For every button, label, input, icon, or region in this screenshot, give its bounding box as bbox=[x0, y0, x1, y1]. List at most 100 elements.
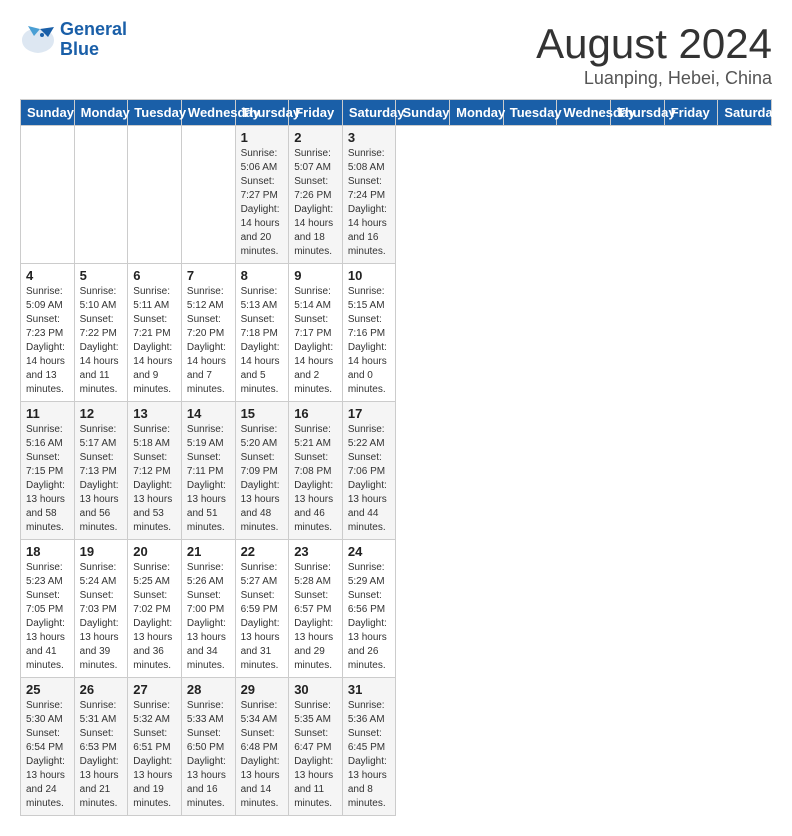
calendar-cell: 13Sunrise: 5:18 AM Sunset: 7:12 PM Dayli… bbox=[128, 402, 182, 540]
day-number: 22 bbox=[241, 544, 284, 559]
day-number: 12 bbox=[80, 406, 123, 421]
day-number: 3 bbox=[348, 130, 391, 145]
day-number: 10 bbox=[348, 268, 391, 283]
column-header-tuesday: Tuesday bbox=[128, 100, 182, 126]
calendar-cell: 11 Sunrise: 5:16 AM Sunset: 7:15 PM Dayli… bbox=[21, 402, 75, 540]
logo-text: General Blue bbox=[60, 20, 127, 60]
day-info: Sunrise: 5:23 AM Sunset: 7:05 PM Dayligh… bbox=[26, 561, 69, 673]
calendar-cell: 31 Sunrise: 5:36 AM Sunset: 6:45 PM Dayli… bbox=[342, 678, 396, 816]
month-year-title: August 2024 bbox=[536, 20, 772, 68]
calendar-cell: 1 Sunrise: 5:06 AM Sunset: 7:27 PM Daylig… bbox=[235, 126, 289, 264]
day-info: Sunrise: 5:07 AM Sunset: 7:26 PM Dayligh… bbox=[294, 147, 337, 259]
day-number: 9 bbox=[294, 268, 337, 283]
calendar-cell bbox=[74, 126, 128, 264]
day-number: 26 bbox=[80, 682, 123, 697]
day-number: 25 bbox=[26, 682, 69, 697]
column-header-monday: Monday bbox=[450, 100, 504, 126]
calendar-table: SundayMondayTuesdayWednesdayThursdayFrid… bbox=[20, 99, 772, 816]
column-header-sunday: Sunday bbox=[396, 100, 450, 126]
day-info: Sunrise: 5:28 AM Sunset: 6:57 PM Dayligh… bbox=[294, 561, 337, 673]
calendar-cell: 20Sunrise: 5:25 AM Sunset: 7:02 PM Dayli… bbox=[128, 540, 182, 678]
calendar-week-2: 4 Sunrise: 5:09 AM Sunset: 7:23 PM Daylig… bbox=[21, 264, 772, 402]
column-header-monday: Monday bbox=[74, 100, 128, 126]
day-info: Sunrise: 5:26 AM Sunset: 7:00 PM Dayligh… bbox=[187, 561, 230, 673]
day-info: Sunrise: 5:32 AM Sunset: 6:51 PM Dayligh… bbox=[133, 699, 176, 811]
day-number: 7 bbox=[187, 268, 230, 283]
calendar-cell bbox=[21, 126, 75, 264]
day-number: 17 bbox=[348, 406, 391, 421]
column-header-wednesday: Wednesday bbox=[181, 100, 235, 126]
calendar-cell: 30 Sunrise: 5:35 AM Sunset: 6:47 PM Dayli… bbox=[289, 678, 343, 816]
calendar-cell: 4 Sunrise: 5:09 AM Sunset: 7:23 PM Daylig… bbox=[21, 264, 75, 402]
calendar-cell: 6 Sunrise: 5:11 AM Sunset: 7:21 PM Daylig… bbox=[128, 264, 182, 402]
day-number: 13 bbox=[133, 406, 176, 421]
day-info: Sunrise: 5:24 AM Sunset: 7:03 PM Dayligh… bbox=[80, 561, 123, 673]
day-info: Sunrise: 5:22 AM Sunset: 7:06 PM Dayligh… bbox=[348, 423, 391, 535]
column-header-friday: Friday bbox=[289, 100, 343, 126]
column-header-sunday: Sunday bbox=[21, 100, 75, 126]
day-info: Sunrise: 5:35 AM Sunset: 6:47 PM Dayligh… bbox=[294, 699, 337, 811]
day-number: 30 bbox=[294, 682, 337, 697]
logo-bird-icon bbox=[20, 25, 56, 55]
day-number: 23 bbox=[294, 544, 337, 559]
column-header-saturday: Saturday bbox=[718, 100, 772, 126]
day-number: 18 bbox=[26, 544, 69, 559]
day-number: 11 bbox=[26, 406, 69, 421]
column-header-thursday: Thursday bbox=[611, 100, 665, 126]
calendar-cell: 15 Sunrise: 5:20 AM Sunset: 7:09 PM Dayli… bbox=[235, 402, 289, 540]
calendar-week-5: 25 Sunrise: 5:30 AM Sunset: 6:54 PM Dayli… bbox=[21, 678, 772, 816]
calendar-cell: 26Sunrise: 5:31 AM Sunset: 6:53 PM Dayli… bbox=[74, 678, 128, 816]
column-header-friday: Friday bbox=[664, 100, 718, 126]
calendar-cell: 3Sunrise: 5:08 AM Sunset: 7:24 PM Daylig… bbox=[342, 126, 396, 264]
day-info: Sunrise: 5:36 AM Sunset: 6:45 PM Dayligh… bbox=[348, 699, 391, 811]
day-info: Sunrise: 5:17 AM Sunset: 7:13 PM Dayligh… bbox=[80, 423, 123, 535]
day-info: Sunrise: 5:19 AM Sunset: 7:11 PM Dayligh… bbox=[187, 423, 230, 535]
day-number: 21 bbox=[187, 544, 230, 559]
calendar-cell: 24Sunrise: 5:29 AM Sunset: 6:56 PM Dayli… bbox=[342, 540, 396, 678]
day-number: 14 bbox=[187, 406, 230, 421]
day-info: Sunrise: 5:30 AM Sunset: 6:54 PM Dayligh… bbox=[26, 699, 69, 811]
calendar-cell: 22Sunrise: 5:27 AM Sunset: 6:59 PM Dayli… bbox=[235, 540, 289, 678]
day-info: Sunrise: 5:12 AM Sunset: 7:20 PM Dayligh… bbox=[187, 285, 230, 397]
calendar-cell: 7 Sunrise: 5:12 AM Sunset: 7:20 PM Daylig… bbox=[181, 264, 235, 402]
day-number: 19 bbox=[80, 544, 123, 559]
day-info: Sunrise: 5:20 AM Sunset: 7:09 PM Dayligh… bbox=[241, 423, 284, 535]
day-info: Sunrise: 5:16 AM Sunset: 7:15 PM Dayligh… bbox=[26, 423, 69, 535]
day-info: Sunrise: 5:21 AM Sunset: 7:08 PM Dayligh… bbox=[294, 423, 337, 535]
day-number: 4 bbox=[26, 268, 69, 283]
day-number: 1 bbox=[241, 130, 284, 145]
day-number: 31 bbox=[348, 682, 391, 697]
logo: General Blue bbox=[20, 20, 127, 60]
calendar-cell: 27 Sunrise: 5:32 AM Sunset: 6:51 PM Dayli… bbox=[128, 678, 182, 816]
day-number: 6 bbox=[133, 268, 176, 283]
calendar-cell: 29Sunrise: 5:34 AM Sunset: 6:48 PM Dayli… bbox=[235, 678, 289, 816]
calendar-cell: 9Sunrise: 5:14 AM Sunset: 7:17 PM Daylig… bbox=[289, 264, 343, 402]
calendar-cell: 21 Sunrise: 5:26 AM Sunset: 7:00 PM Dayli… bbox=[181, 540, 235, 678]
day-number: 15 bbox=[241, 406, 284, 421]
day-number: 16 bbox=[294, 406, 337, 421]
location-subtitle: Luanping, Hebei, China bbox=[536, 68, 772, 89]
logo-blue: Blue bbox=[60, 39, 99, 59]
day-number: 5 bbox=[80, 268, 123, 283]
calendar-cell: 5 Sunrise: 5:10 AM Sunset: 7:22 PM Daylig… bbox=[74, 264, 128, 402]
calendar-cell: 2Sunrise: 5:07 AM Sunset: 7:26 PM Daylig… bbox=[289, 126, 343, 264]
day-number: 20 bbox=[133, 544, 176, 559]
column-header-tuesday: Tuesday bbox=[503, 100, 557, 126]
calendar-week-1: 1 Sunrise: 5:06 AM Sunset: 7:27 PM Daylig… bbox=[21, 126, 772, 264]
day-number: 24 bbox=[348, 544, 391, 559]
column-header-wednesday: Wednesday bbox=[557, 100, 611, 126]
day-number: 27 bbox=[133, 682, 176, 697]
calendar-cell bbox=[128, 126, 182, 264]
calendar-cell: 12 Sunrise: 5:17 AM Sunset: 7:13 PM Dayli… bbox=[74, 402, 128, 540]
calendar-cell: 23 Sunrise: 5:28 AM Sunset: 6:57 PM Dayli… bbox=[289, 540, 343, 678]
calendar-cell bbox=[181, 126, 235, 264]
day-info: Sunrise: 5:10 AM Sunset: 7:22 PM Dayligh… bbox=[80, 285, 123, 397]
day-info: Sunrise: 5:11 AM Sunset: 7:21 PM Dayligh… bbox=[133, 285, 176, 397]
calendar-cell: 8Sunrise: 5:13 AM Sunset: 7:18 PM Daylig… bbox=[235, 264, 289, 402]
day-info: Sunrise: 5:06 AM Sunset: 7:27 PM Dayligh… bbox=[241, 147, 284, 259]
day-info: Sunrise: 5:09 AM Sunset: 7:23 PM Dayligh… bbox=[26, 285, 69, 397]
calendar-week-3: 11 Sunrise: 5:16 AM Sunset: 7:15 PM Dayli… bbox=[21, 402, 772, 540]
calendar-week-4: 18 Sunrise: 5:23 AM Sunset: 7:05 PM Dayli… bbox=[21, 540, 772, 678]
calendar-cell: 28Sunrise: 5:33 AM Sunset: 6:50 PM Dayli… bbox=[181, 678, 235, 816]
day-info: Sunrise: 5:13 AM Sunset: 7:18 PM Dayligh… bbox=[241, 285, 284, 397]
